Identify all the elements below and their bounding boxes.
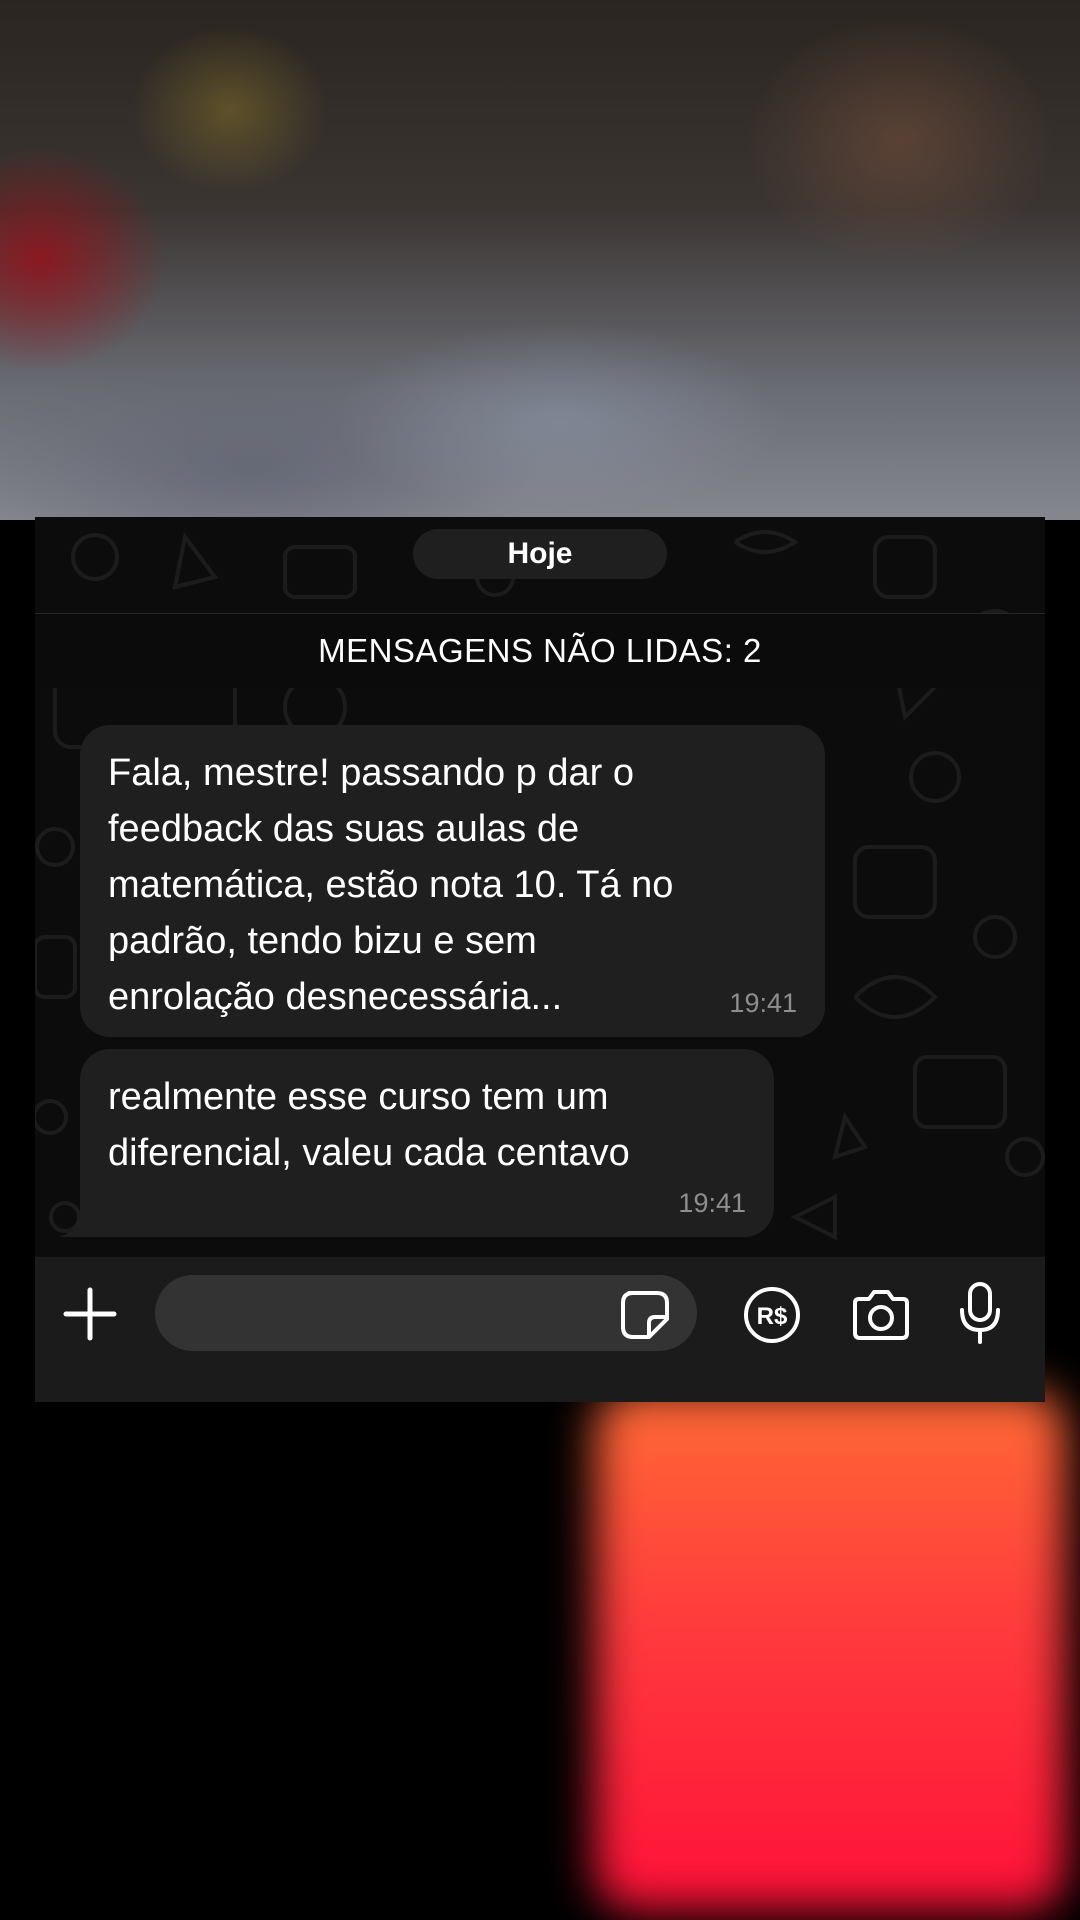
payment-icon: R$ (744, 1287, 800, 1343)
sticker-button[interactable] (617, 1287, 673, 1343)
message-text: realmente esse curso tem um diferencial,… (108, 1076, 630, 1174)
sticker-icon (621, 1291, 669, 1339)
plus-icon (63, 1287, 117, 1341)
message-text: Fala, mestre! passando p dar o feedback … (108, 752, 674, 1018)
attach-button[interactable] (55, 1279, 125, 1349)
message-bubble[interactable]: Fala, mestre! passando p dar o feedback … (80, 725, 825, 1037)
blurred-background-top (0, 0, 1080, 520)
blurred-red-object (595, 1390, 1065, 1910)
microphone-button[interactable] (954, 1279, 1006, 1349)
date-separator: Hoje (413, 529, 667, 579)
message-input[interactable] (155, 1275, 697, 1351)
payment-button[interactable]: R$ (741, 1284, 803, 1346)
unread-messages-banner: MENSAGENS NÃO LIDAS: 2 (35, 613, 1045, 688)
microphone-icon (960, 1282, 1000, 1344)
message-timestamp: 19:41 (729, 988, 797, 1018)
message-timestamp: 19:41 (678, 1188, 746, 1218)
camera-icon (853, 1290, 909, 1340)
message-input-bar: R$ (35, 1257, 1045, 1402)
message-bubble[interactable]: realmente esse curso tem um diferencial,… (80, 1049, 774, 1237)
chat-screenshot: Hoje MENSAGENS NÃO LIDAS: 2 Fala, mestre… (35, 517, 1045, 1402)
camera-button[interactable] (848, 1284, 914, 1346)
payment-symbol: R$ (757, 1303, 788, 1330)
